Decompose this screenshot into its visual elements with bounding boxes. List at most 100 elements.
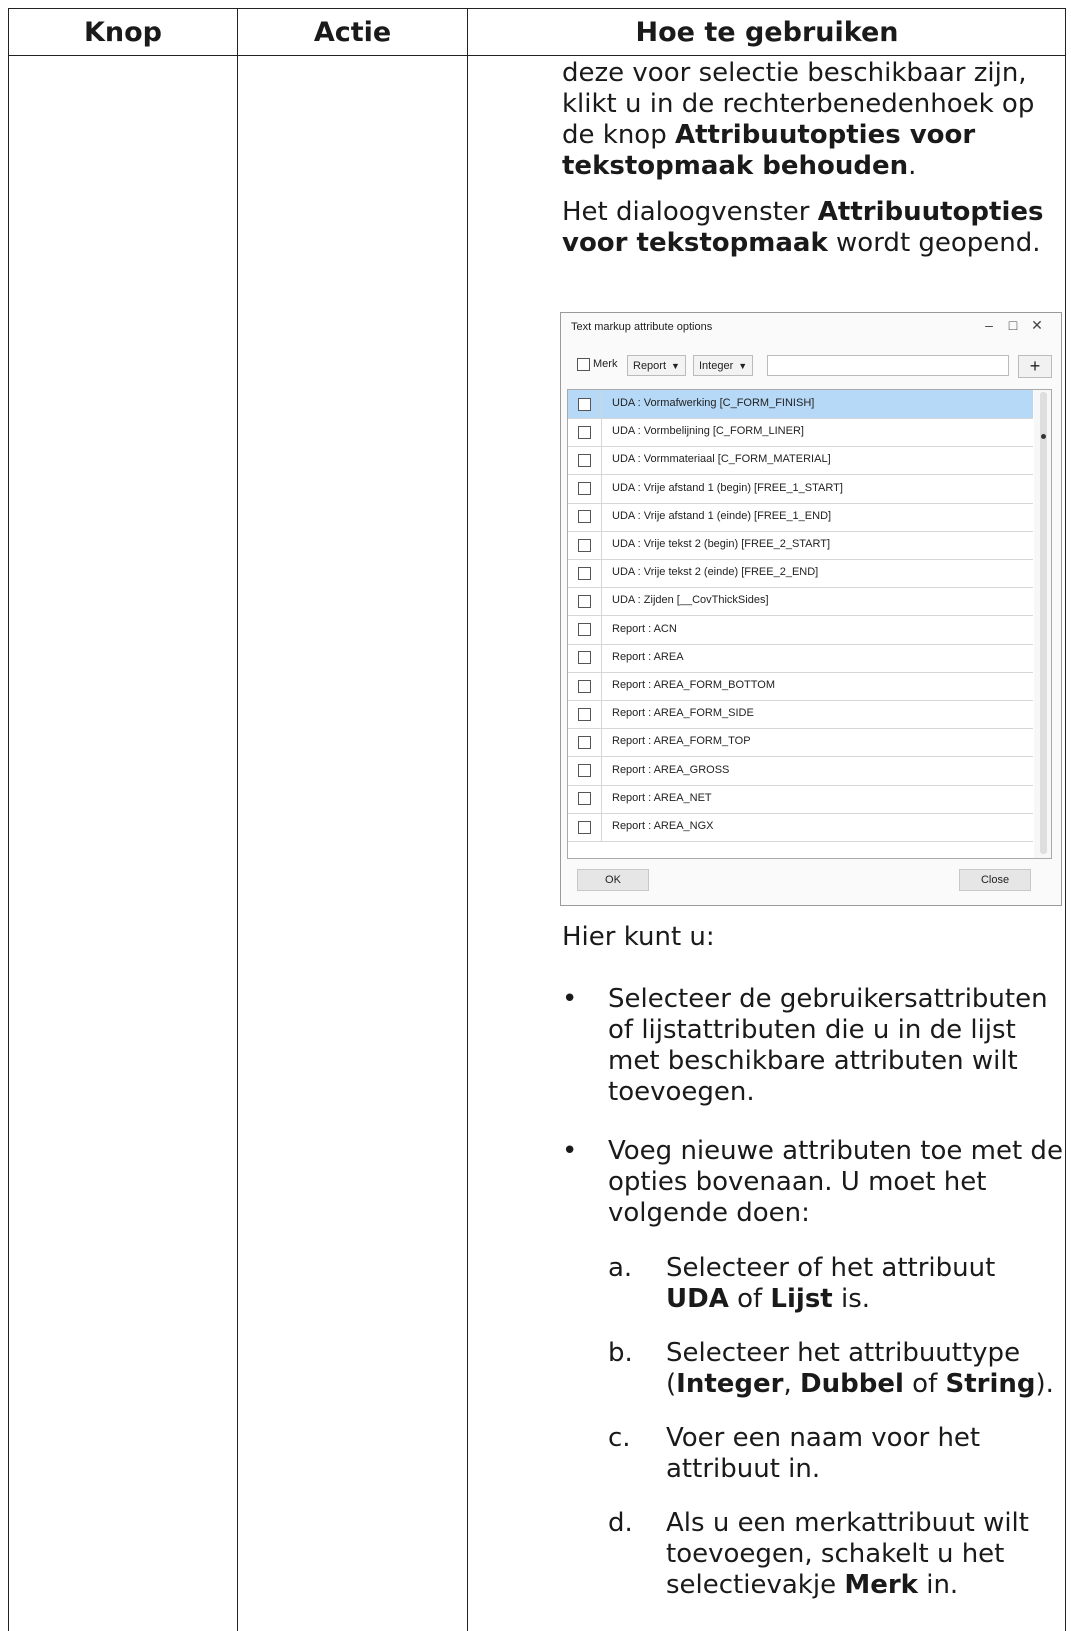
attribute-list-row[interactable]: Report : AREA_FORM_BOTTOM (568, 672, 1033, 701)
row-checkbox-cell[interactable] (568, 813, 602, 841)
intro-paragraph-1: deze voor selectie beschikbaar zijn, kli… (562, 58, 1035, 181)
step-a-text: Selecteer of het attribuut UDA of Lijst … (666, 1253, 996, 1314)
attribute-row-label: Report : AREA_NGX (612, 820, 714, 832)
scrollbar[interactable] (1034, 390, 1051, 858)
step-b-text: Selecteer het attribuuttype (Integer, Du… (666, 1338, 1054, 1399)
attribute-row-label: UDA : Vrije afstand 1 (einde) [FREE_1_EN… (612, 509, 832, 522)
attribute-list-row[interactable]: Report : AREA_FORM_SIDE (568, 700, 1033, 730)
row-checkbox[interactable] (578, 707, 591, 721)
attribute-list-row[interactable]: Report : AREA (568, 643, 1033, 673)
row-checkbox[interactable] (578, 453, 591, 467)
step-b-label: b. (608, 1338, 633, 1368)
intro-text: deze voor selectie beschikbaar zijn, kli… (562, 58, 1066, 259)
row-checkbox-cell[interactable] (568, 756, 602, 785)
scrollbar-thumb[interactable] (1040, 392, 1047, 854)
attribute-row-label: Report : AREA (612, 650, 684, 663)
close-icon[interactable]: ✕ (1027, 317, 1047, 334)
attribute-row-label: Report : AREA_FORM_TOP (612, 735, 751, 748)
dialog-title: Text markup attribute options (571, 321, 713, 333)
attribute-list-row[interactable]: Report : ACN (568, 615, 1033, 645)
dropdown-arrow-icon: ▼ (738, 360, 748, 371)
row-checkbox-cell[interactable] (568, 615, 602, 644)
header-divider (9, 55, 1066, 56)
attribute-list-row[interactable]: UDA : Vrije tekst 2 (einde) [FREE_2_END] (568, 559, 1033, 589)
merk-label: Merk (593, 358, 618, 370)
row-checkbox[interactable] (578, 792, 591, 806)
minimize-icon[interactable]: – (979, 317, 999, 333)
intro-paragraph-2: Het dialoogvenster Attribuutopties voor … (562, 197, 1044, 258)
step-a-label: a. (608, 1253, 633, 1283)
ok-button[interactable]: OK (577, 869, 649, 891)
header-knop: Knop (83, 16, 163, 48)
type-dropdown[interactable]: Report ▼ (627, 355, 686, 376)
row-checkbox-cell[interactable] (568, 728, 602, 757)
row-checkbox-cell[interactable] (568, 672, 602, 700)
bullet-icon: • (562, 1136, 578, 1166)
row-checkbox[interactable] (578, 566, 591, 580)
attribute-list-row[interactable]: UDA : Vrije afstand 1 (begin) [FREE_1_ST… (568, 474, 1033, 504)
attribute-row-label: UDA : Vrije afstand 1 (begin) [FREE_1_ST… (612, 481, 843, 494)
attribute-row-label: UDA : Zijden [__CovThickSides] (612, 594, 769, 607)
add-attribute-button[interactable]: + (1018, 355, 1052, 378)
attribute-list-row[interactable]: UDA : Vrije afstand 1 (einde) [FREE_1_EN… (568, 502, 1033, 532)
column-divider (467, 9, 468, 1631)
attribute-list-row[interactable]: UDA : Vormmateriaal [C_FORM_MATERIAL] (568, 446, 1033, 476)
value-type-dropdown[interactable]: Integer ▼ (693, 355, 754, 376)
row-checkbox-cell[interactable] (568, 559, 602, 588)
attribute-row-label: Report : AREA_FORM_BOTTOM (612, 679, 776, 691)
row-checkbox[interactable] (578, 510, 591, 524)
step-c-text: Voer een naam voor het attribuut in. (666, 1423, 981, 1484)
row-checkbox-cell[interactable] (568, 446, 602, 475)
bullet-2-text: Voeg nieuwe attributen toe met de opties… (608, 1136, 1063, 1228)
attribute-row-label: UDA : Vormmateriaal [C_FORM_MATERIAL] (612, 453, 831, 466)
step-d-text: Als u een merkattribuut wilt toevoegen, … (666, 1508, 1029, 1600)
attribute-list-row[interactable]: Report : AREA_NET (568, 784, 1033, 814)
close-button[interactable]: Close (959, 869, 1031, 891)
row-checkbox-cell[interactable] (568, 784, 602, 813)
row-checkbox[interactable] (578, 735, 591, 749)
dropdown-arrow-icon: ▼ (671, 360, 680, 371)
attribute-list-row[interactable]: UDA : Vrije tekst 2 (begin) [FREE_2_STAR… (568, 531, 1033, 560)
row-checkbox[interactable] (578, 538, 591, 552)
row-checkbox[interactable] (578, 764, 591, 778)
row-checkbox[interactable] (578, 820, 591, 834)
attribute-list-row[interactable]: Report : AREA_FORM_TOP (568, 728, 1033, 758)
row-checkbox-cell[interactable] (568, 531, 602, 559)
scroll-position-icon (1041, 434, 1046, 439)
attribute-row-label: Report : AREA_GROSS (612, 763, 730, 776)
attribute-list-row[interactable]: UDA : Vormafwerking [C_FORM_FINISH] (568, 390, 1033, 419)
attribute-list-row[interactable]: Report : AREA_GROSS (568, 756, 1033, 786)
options-lead: Hier kunt u: (562, 922, 1066, 953)
row-checkbox-cell[interactable] (568, 502, 602, 531)
attribute-row-label: UDA : Vormafwerking [C_FORM_FINISH] (612, 397, 815, 409)
maximize-icon[interactable]: □ (1003, 317, 1023, 333)
attribute-row-label: UDA : Vrije tekst 2 (einde) [FREE_2_END] (612, 566, 819, 579)
row-checkbox-cell[interactable] (568, 643, 602, 672)
row-checkbox[interactable] (578, 651, 591, 665)
header-actie: Actie (313, 16, 392, 48)
row-checkbox-cell[interactable] (568, 390, 602, 418)
type-dropdown-value: Report (633, 359, 667, 372)
attribute-list-row[interactable]: UDA : Vormbelijning [C_FORM_LINER] (568, 418, 1033, 448)
row-checkbox[interactable] (578, 679, 591, 693)
row-checkbox[interactable] (578, 594, 591, 608)
attribute-list-row[interactable]: UDA : Zijden [__CovThickSides] (568, 587, 1033, 617)
bullet-1-text: Selecteer de gebruikersattributen of lij… (608, 984, 1048, 1107)
attribute-row-label: Report : AREA_FORM_SIDE (612, 707, 754, 720)
row-checkbox-cell[interactable] (568, 474, 602, 503)
merk-checkbox[interactable] (577, 357, 590, 371)
attribute-name-input[interactable] (767, 355, 1009, 376)
row-checkbox[interactable] (578, 425, 591, 439)
text-markup-attribute-options-dialog: Text markup attribute options – □ ✕ Merk… (560, 312, 1062, 906)
row-checkbox[interactable] (578, 623, 591, 637)
attribute-row-label: Report : AREA_NET (612, 791, 712, 804)
step-c-label: c. (608, 1423, 631, 1453)
row-checkbox[interactable] (578, 397, 591, 411)
row-checkbox[interactable] (578, 482, 591, 496)
row-checkbox-cell[interactable] (568, 700, 602, 729)
row-checkbox-cell[interactable] (568, 587, 602, 616)
attribute-list-row[interactable]: Report : AREA_NGX (568, 813, 1033, 842)
merk-checkbox-group[interactable]: Merk (577, 353, 617, 375)
row-checkbox-cell[interactable] (568, 418, 602, 447)
attribute-list[interactable]: Report : AREA_NGX Report : AREA_NET Report… (567, 389, 1052, 859)
